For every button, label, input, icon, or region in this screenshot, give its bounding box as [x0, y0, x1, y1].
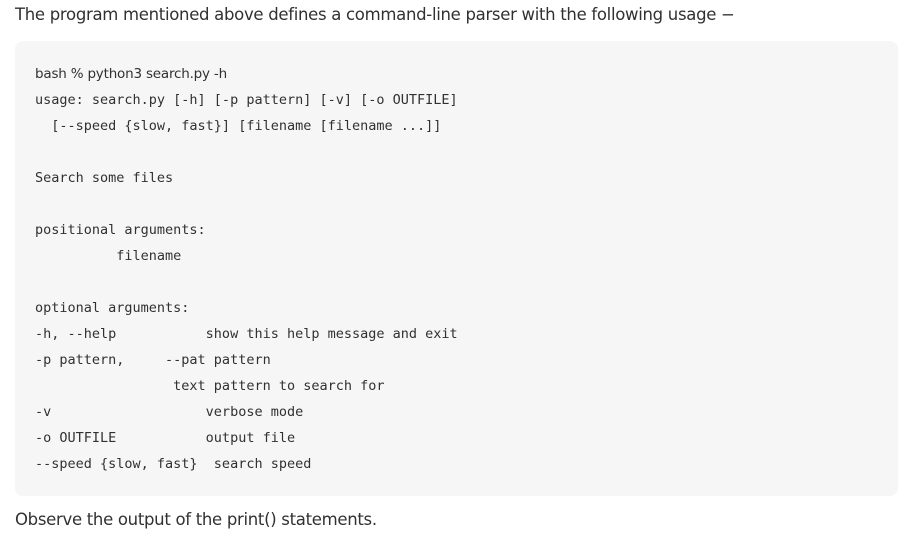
code-line: text pattern to search for	[35, 378, 385, 394]
code-line: --speed {slow, fast} search speed	[35, 456, 312, 472]
code-line: -h, --help show this help message and ex…	[35, 326, 458, 342]
code-line: bash % python3 search.py -h	[35, 66, 227, 82]
intro-paragraph: The program mentioned above defines a co…	[15, 5, 735, 24]
outro-paragraph: Observe the output of the print() statem…	[15, 510, 377, 529]
code-line: positional arguments:	[35, 222, 206, 238]
code-line: optional arguments:	[35, 300, 190, 316]
code-line: [--speed {slow, fast}] [filename [filena…	[35, 118, 442, 134]
code-block: bash % python3 search.py -h usage: searc…	[15, 41, 898, 496]
code-line: -v verbose mode	[35, 404, 304, 420]
code-line: -p pattern, --pat pattern	[35, 352, 271, 368]
code-line: Search some files	[35, 170, 174, 186]
code-line: -o OUTFILE output file	[35, 430, 296, 446]
code-line: usage: search.py [-h] [-p pattern] [-v] …	[35, 92, 458, 108]
code-line: filename	[35, 248, 182, 264]
